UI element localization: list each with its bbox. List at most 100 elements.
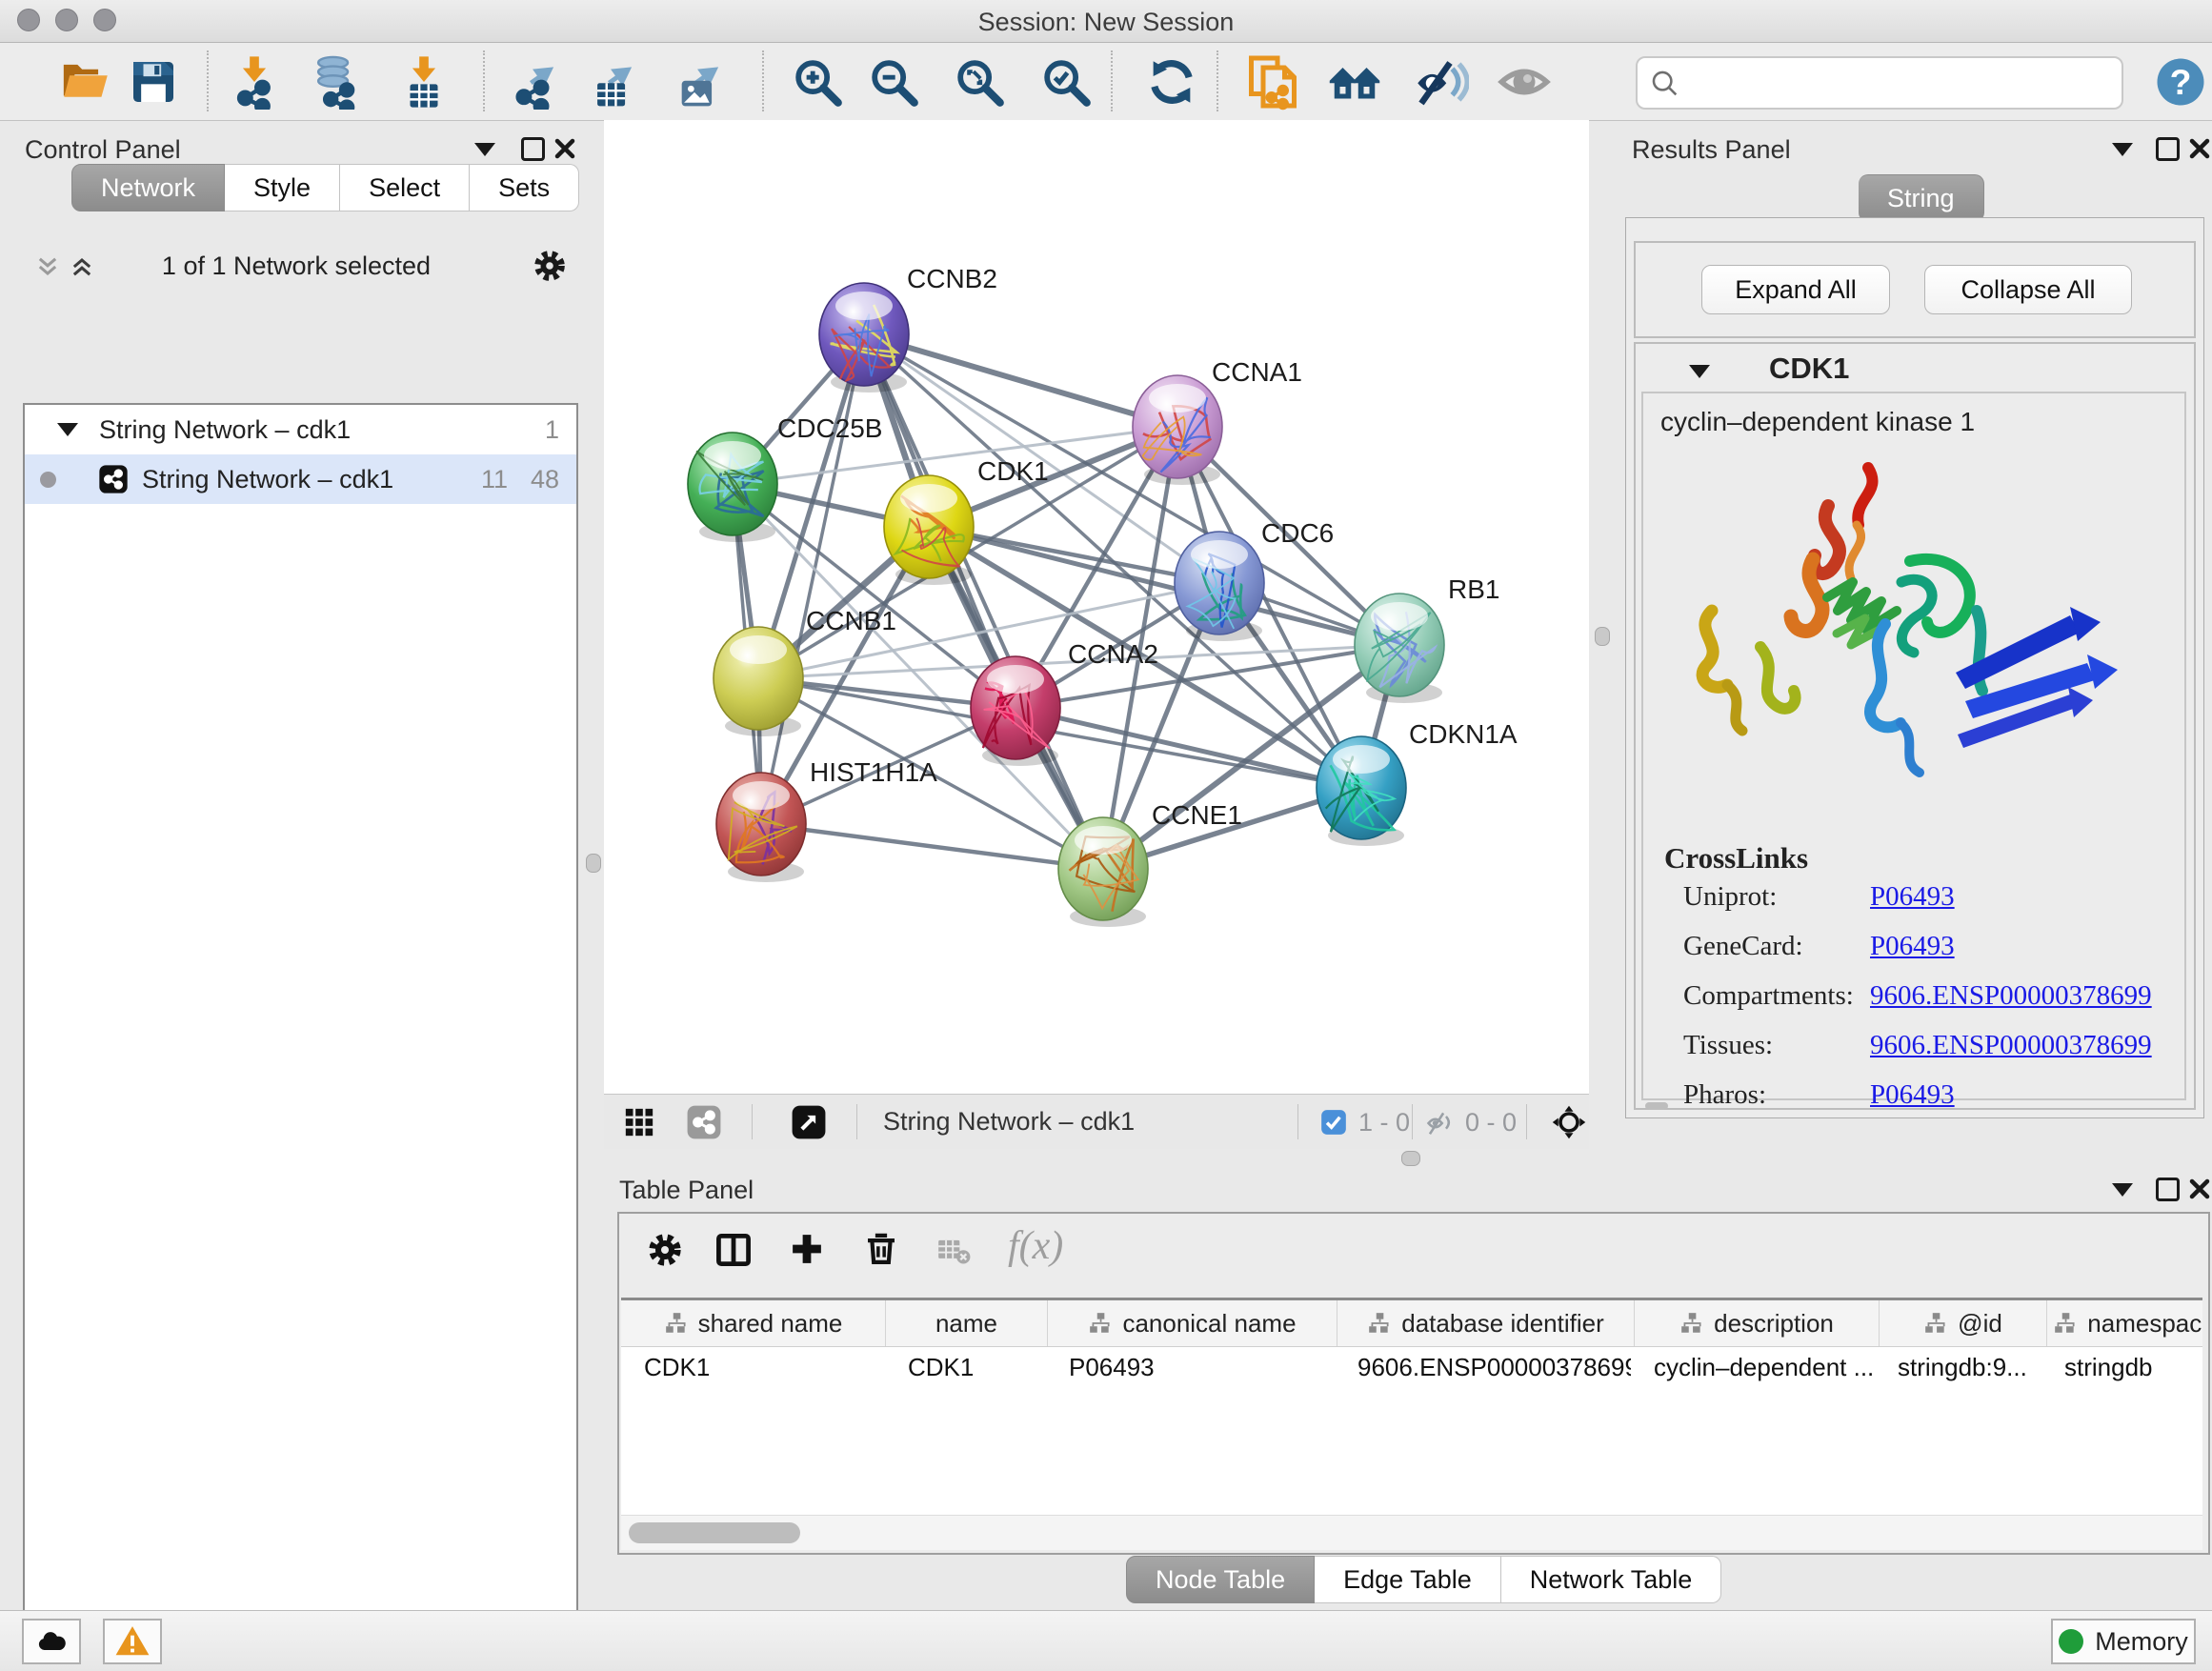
network-options-gear-icon[interactable] xyxy=(532,248,568,289)
save-session-icon[interactable] xyxy=(124,52,183,111)
edge-HIST1H1A-CCNE1[interactable] xyxy=(761,824,1103,869)
column-header-description[interactable]: description xyxy=(1635,1300,1880,1346)
hidden-eye-slash-icon[interactable] xyxy=(1425,1107,1458,1144)
edge-CCNA2-CDKN1A[interactable] xyxy=(1016,708,1361,788)
zoom-fit-content-icon[interactable] xyxy=(950,52,1009,111)
edge-CCNB2-CCNA1[interactable] xyxy=(864,334,1177,427)
crosslink-link[interactable]: P06493 xyxy=(1870,1079,1955,1111)
expand-all-button[interactable]: Expand All xyxy=(1701,265,1890,314)
first-neighbors-icon[interactable] xyxy=(1325,52,1384,111)
table-cell[interactable]: CDK1 xyxy=(621,1347,885,1387)
detach-view-icon[interactable] xyxy=(791,1104,827,1145)
tab-style[interactable]: Style xyxy=(225,164,340,211)
tab-string[interactable]: String xyxy=(1859,174,1984,222)
import-network-database-icon[interactable] xyxy=(306,52,365,111)
column-header-namespace[interactable]: namespace xyxy=(2047,1300,2202,1346)
column-header-shared-name[interactable]: shared name xyxy=(621,1300,886,1346)
crosslink-link[interactable]: 9606.ENSP00000378699 xyxy=(1870,1030,2152,1061)
table-cell[interactable]: CDK1 xyxy=(885,1347,1046,1387)
network-canvas[interactable]: CCNB2CCNA1CDC25BCDK1CDC6RB1CCNB1CCNA2CDK… xyxy=(604,120,1589,1094)
zoom-out-icon[interactable] xyxy=(864,52,923,111)
hide-selected-icon[interactable] xyxy=(1411,52,1470,111)
collapse-all-button[interactable]: Collapse All xyxy=(1924,265,2132,314)
control-panel-close-icon[interactable] xyxy=(553,137,576,165)
main-toolbar: ? xyxy=(0,43,2212,121)
column-header-database-identifier[interactable]: database identifier xyxy=(1337,1300,1635,1346)
add-column-icon[interactable] xyxy=(787,1229,827,1274)
export-image-icon[interactable] xyxy=(671,52,730,111)
table-hscrollbar[interactable] xyxy=(621,1515,2202,1550)
import-table-file-icon[interactable] xyxy=(394,52,453,111)
string-network-graph[interactable]: CCNB2CCNA1CDC25BCDK1CDC6RB1CCNB1CCNA2CDK… xyxy=(604,120,1589,1094)
results-panel-menu-icon[interactable] xyxy=(2112,143,2133,161)
left-splitter-handle[interactable] xyxy=(586,854,601,873)
column-type-icon xyxy=(1679,1311,1704,1336)
tab-node-table[interactable]: Node Table xyxy=(1126,1556,1315,1603)
gene-description: cyclin–dependent kinase 1 xyxy=(1660,407,1975,437)
cloud-button[interactable] xyxy=(22,1619,81,1664)
search-box[interactable] xyxy=(1636,56,2123,110)
export-network-icon[interactable] xyxy=(506,52,565,111)
node-RB1[interactable]: RB1 xyxy=(1355,574,1499,703)
zoom-in-icon[interactable] xyxy=(788,52,847,111)
crosslink-link[interactable]: 9606.ENSP00000378699 xyxy=(1870,980,2152,1012)
memory-button[interactable]: Memory xyxy=(2051,1619,2196,1664)
delete-column-icon[interactable] xyxy=(861,1228,901,1273)
results-panel-float-icon[interactable] xyxy=(2156,137,2180,166)
tab-sets[interactable]: Sets xyxy=(470,164,579,211)
network-row[interactable]: String Network – cdk1 11 48 xyxy=(25,454,576,504)
select-columns-icon[interactable] xyxy=(713,1229,754,1276)
warnings-button[interactable] xyxy=(103,1619,162,1664)
table-panel-menu-icon[interactable] xyxy=(2112,1183,2133,1201)
tab-select[interactable]: Select xyxy=(340,164,470,211)
cdk1-collapse-icon[interactable] xyxy=(1689,365,1710,378)
node-CDKN1A[interactable]: CDKN1A xyxy=(1317,719,1518,846)
node-table[interactable]: shared namenamecanonical namedatabase id… xyxy=(621,1298,2202,1518)
zoom-selected-icon[interactable] xyxy=(1036,52,1096,111)
column-header-@id[interactable]: @id xyxy=(1880,1300,2047,1346)
table-cell[interactable]: P06493 xyxy=(1046,1347,1335,1387)
table-row[interactable]: CDK1CDK1P064939606.ENSP00000378699cyclin… xyxy=(621,1347,2202,1387)
grid-view-icon[interactable] xyxy=(623,1106,655,1143)
open-session-icon[interactable] xyxy=(57,52,116,111)
table-cell[interactable]: stringdb xyxy=(2041,1347,2202,1387)
results-panel-title: Results Panel xyxy=(1632,135,1791,165)
birds-eye-crosshair-icon[interactable] xyxy=(1552,1105,1586,1144)
selected-counts: 1 - 0 xyxy=(1358,1108,1410,1137)
search-input[interactable] xyxy=(1691,62,2114,102)
edge-CCNB2-CCNE1[interactable] xyxy=(864,334,1103,869)
results-panel-close-icon[interactable] xyxy=(2188,137,2211,165)
node-HIST1H1A[interactable]: HIST1H1A xyxy=(716,757,937,882)
tab-network[interactable]: Network xyxy=(71,164,225,211)
crosslink-link[interactable]: P06493 xyxy=(1870,881,1955,913)
crosslink-link[interactable]: P06493 xyxy=(1870,931,1955,962)
column-header-name[interactable]: name xyxy=(886,1300,1048,1346)
column-header-canonical-name[interactable]: canonical name xyxy=(1048,1300,1337,1346)
apply-preferred-layout-icon[interactable] xyxy=(1142,52,1201,111)
bottom-splitter-handle[interactable] xyxy=(1401,1151,1420,1166)
tab-edge-table[interactable]: Edge Table xyxy=(1315,1556,1501,1603)
edge-CCNB2-HIST1H1A[interactable] xyxy=(761,334,864,824)
collection-expander-icon[interactable] xyxy=(57,423,78,436)
control-panel-float-icon[interactable] xyxy=(521,137,545,166)
table-gear-icon[interactable] xyxy=(646,1231,684,1274)
tab-network-table[interactable]: Network Table xyxy=(1501,1556,1722,1603)
table-cell[interactable]: stringdb:9... xyxy=(1875,1347,2041,1387)
memory-label: Memory xyxy=(2095,1627,2188,1657)
control-panel-menu-icon[interactable] xyxy=(474,143,495,161)
network-collection-row[interactable]: String Network – cdk1 1 xyxy=(25,405,576,454)
results-hscrollbar[interactable] xyxy=(1645,1102,1668,1110)
table-hscrollbar-thumb[interactable] xyxy=(629,1522,800,1543)
node-CCNE1[interactable]: CCNE1 xyxy=(1058,800,1242,927)
help-icon[interactable]: ? xyxy=(2151,52,2210,111)
table-cell[interactable]: 9606.ENSP00000378699 xyxy=(1335,1347,1631,1387)
import-network-file-icon[interactable] xyxy=(225,52,284,111)
control-panel-title: Control Panel xyxy=(25,135,181,165)
table-cell[interactable]: cyclin–dependent ... xyxy=(1631,1347,1875,1387)
table-panel-close-icon[interactable] xyxy=(2188,1178,2211,1205)
table-panel-float-icon[interactable] xyxy=(2156,1178,2180,1206)
right-splitter-handle[interactable] xyxy=(1595,627,1610,646)
export-table-icon[interactable] xyxy=(584,52,643,111)
new-network-from-selection-icon[interactable] xyxy=(1243,52,1302,111)
selected-checkbox-icon[interactable] xyxy=(1320,1109,1347,1140)
